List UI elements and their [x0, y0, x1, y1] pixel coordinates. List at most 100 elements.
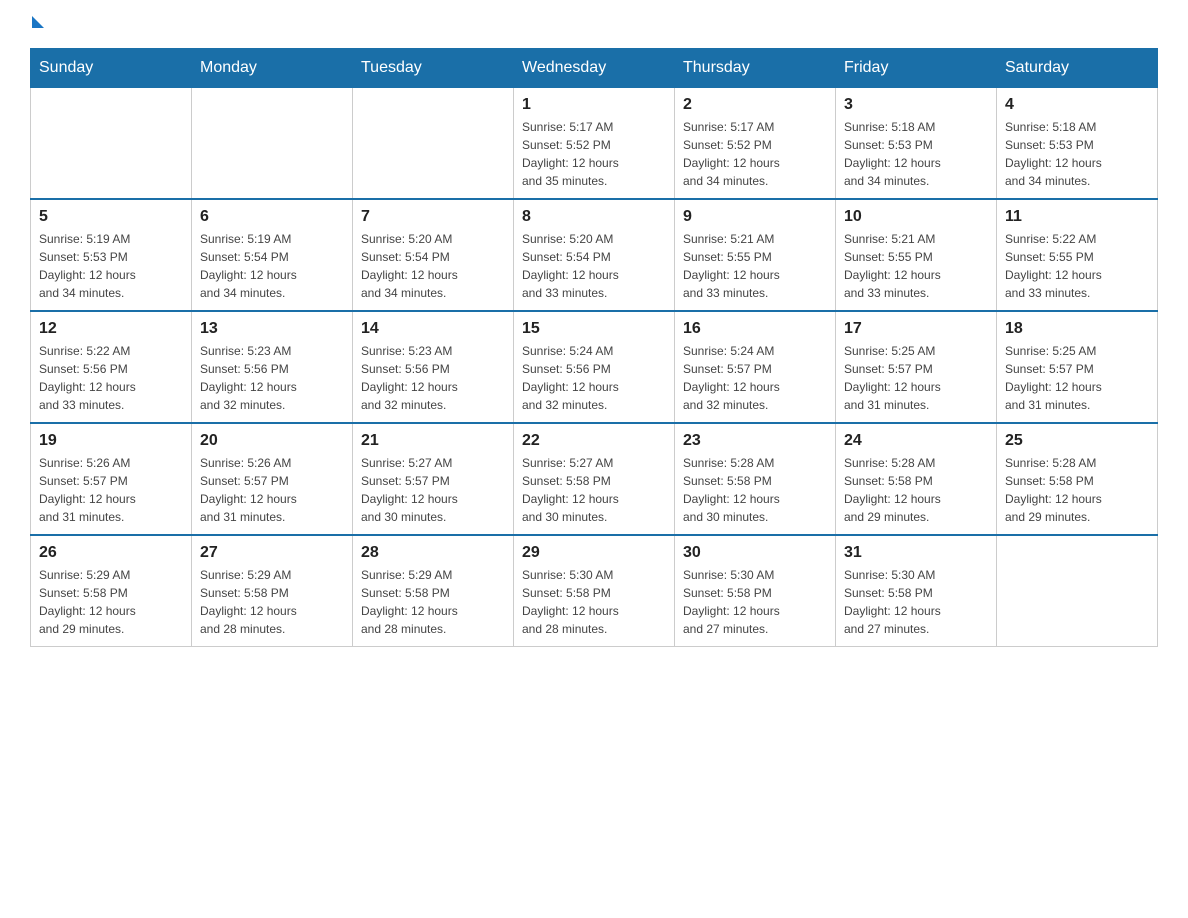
calendar-cell: 17Sunrise: 5:25 AMSunset: 5:57 PMDayligh…: [836, 311, 997, 423]
day-info: Sunrise: 5:20 AMSunset: 5:54 PMDaylight:…: [361, 230, 505, 302]
day-number: 14: [361, 320, 505, 338]
day-info: Sunrise: 5:28 AMSunset: 5:58 PMDaylight:…: [1005, 454, 1149, 526]
calendar-cell: [353, 88, 514, 200]
day-info: Sunrise: 5:22 AMSunset: 5:56 PMDaylight:…: [39, 342, 183, 414]
calendar-cell: 25 Sunrise: 5:28 AMSunset: 5:58 PMDayligh…: [997, 423, 1158, 535]
calendar-cell: 31 Sunrise: 5:30 AMSunset: 5:58 PMDayligh…: [836, 535, 997, 647]
calendar-cell: 3 Sunrise: 5:18 AMSunset: 5:53 PMDaylight…: [836, 88, 997, 200]
day-info: Sunrise: 5:29 AMSunset: 5:58 PMDaylight:…: [361, 566, 505, 638]
day-info: Sunrise: 5:18 AMSunset: 5:53 PMDaylight:…: [844, 118, 988, 190]
day-info: Sunrise: 5:23 AMSunset: 5:56 PMDaylight:…: [361, 342, 505, 414]
calendar-cell: 22 Sunrise: 5:27 AMSunset: 5:58 PMDayligh…: [514, 423, 675, 535]
day-number: 20: [200, 432, 344, 450]
day-info: Sunrise: 5:19 AMSunset: 5:53 PMDaylight:…: [39, 230, 183, 302]
calendar-header: SundayMondayTuesdayWednesdayThursdayFrid…: [31, 49, 1158, 88]
day-number: 31: [844, 544, 988, 562]
day-info: Sunrise: 5:30 AMSunset: 5:58 PMDaylight:…: [522, 566, 666, 638]
calendar-cell: 26Sunrise: 5:29 AMSunset: 5:58 PMDayligh…: [31, 535, 192, 647]
calendar-body: 1 Sunrise: 5:17 AMSunset: 5:52 PMDaylight…: [31, 88, 1158, 647]
day-number: 15: [522, 320, 666, 338]
calendar-cell: 18 Sunrise: 5:25 AMSunset: 5:57 PMDayligh…: [997, 311, 1158, 423]
day-number: 28: [361, 544, 505, 562]
day-number: 25: [1005, 432, 1149, 450]
day-info: Sunrise: 5:26 AMSunset: 5:57 PMDaylight:…: [39, 454, 183, 526]
day-info: Sunrise: 5:28 AMSunset: 5:58 PMDaylight:…: [683, 454, 827, 526]
calendar-cell: 21 Sunrise: 5:27 AMSunset: 5:57 PMDayligh…: [353, 423, 514, 535]
day-info: Sunrise: 5:23 AMSunset: 5:56 PMDaylight:…: [200, 342, 344, 414]
calendar-week-row: 5 Sunrise: 5:19 AMSunset: 5:53 PMDaylight…: [31, 199, 1158, 311]
day-info: Sunrise: 5:17 AMSunset: 5:52 PMDaylight:…: [522, 118, 666, 190]
calendar-table: SundayMondayTuesdayWednesdayThursdayFrid…: [30, 48, 1158, 647]
calendar-cell: 19Sunrise: 5:26 AMSunset: 5:57 PMDayligh…: [31, 423, 192, 535]
day-info: Sunrise: 5:28 AMSunset: 5:58 PMDaylight:…: [844, 454, 988, 526]
day-info: Sunrise: 5:25 AMSunset: 5:57 PMDaylight:…: [1005, 342, 1149, 414]
calendar-week-row: 26Sunrise: 5:29 AMSunset: 5:58 PMDayligh…: [31, 535, 1158, 647]
day-info: Sunrise: 5:30 AMSunset: 5:58 PMDaylight:…: [683, 566, 827, 638]
day-number: 7: [361, 208, 505, 226]
calendar-header-row: SundayMondayTuesdayWednesdayThursdayFrid…: [31, 49, 1158, 88]
day-number: 2: [683, 96, 827, 114]
day-info: Sunrise: 5:22 AMSunset: 5:55 PMDaylight:…: [1005, 230, 1149, 302]
calendar-cell: 29 Sunrise: 5:30 AMSunset: 5:58 PMDayligh…: [514, 535, 675, 647]
day-header-saturday: Saturday: [997, 49, 1158, 88]
calendar-cell: 12Sunrise: 5:22 AMSunset: 5:56 PMDayligh…: [31, 311, 192, 423]
day-info: Sunrise: 5:18 AMSunset: 5:53 PMDaylight:…: [1005, 118, 1149, 190]
day-info: Sunrise: 5:19 AMSunset: 5:54 PMDaylight:…: [200, 230, 344, 302]
calendar-cell: 4 Sunrise: 5:18 AMSunset: 5:53 PMDaylight…: [997, 88, 1158, 200]
day-info: Sunrise: 5:20 AMSunset: 5:54 PMDaylight:…: [522, 230, 666, 302]
day-number: 18: [1005, 320, 1149, 338]
day-info: Sunrise: 5:29 AMSunset: 5:58 PMDaylight:…: [39, 566, 183, 638]
day-header-monday: Monday: [192, 49, 353, 88]
day-info: Sunrise: 5:25 AMSunset: 5:57 PMDaylight:…: [844, 342, 988, 414]
day-info: Sunrise: 5:21 AMSunset: 5:55 PMDaylight:…: [683, 230, 827, 302]
day-number: 1: [522, 96, 666, 114]
day-number: 4: [1005, 96, 1149, 114]
day-number: 30: [683, 544, 827, 562]
calendar-cell: 20Sunrise: 5:26 AMSunset: 5:57 PMDayligh…: [192, 423, 353, 535]
day-number: 13: [200, 320, 344, 338]
calendar-cell: [31, 88, 192, 200]
day-header-thursday: Thursday: [675, 49, 836, 88]
day-number: 6: [200, 208, 344, 226]
day-number: 21: [361, 432, 505, 450]
day-header-wednesday: Wednesday: [514, 49, 675, 88]
calendar-cell: 7 Sunrise: 5:20 AMSunset: 5:54 PMDaylight…: [353, 199, 514, 311]
day-number: 10: [844, 208, 988, 226]
page-header: [30, 20, 1158, 28]
day-info: Sunrise: 5:27 AMSunset: 5:58 PMDaylight:…: [522, 454, 666, 526]
calendar-cell: 23 Sunrise: 5:28 AMSunset: 5:58 PMDayligh…: [675, 423, 836, 535]
day-number: 9: [683, 208, 827, 226]
calendar-week-row: 19Sunrise: 5:26 AMSunset: 5:57 PMDayligh…: [31, 423, 1158, 535]
calendar-cell: 11 Sunrise: 5:22 AMSunset: 5:55 PMDayligh…: [997, 199, 1158, 311]
day-number: 27: [200, 544, 344, 562]
day-header-sunday: Sunday: [31, 49, 192, 88]
calendar-cell: 13 Sunrise: 5:23 AMSunset: 5:56 PMDayligh…: [192, 311, 353, 423]
day-number: 3: [844, 96, 988, 114]
day-number: 23: [683, 432, 827, 450]
logo-arrow-icon: [32, 16, 44, 28]
day-info: Sunrise: 5:29 AMSunset: 5:58 PMDaylight:…: [200, 566, 344, 638]
calendar-cell: 6 Sunrise: 5:19 AMSunset: 5:54 PMDaylight…: [192, 199, 353, 311]
day-number: 8: [522, 208, 666, 226]
calendar-cell: 27 Sunrise: 5:29 AMSunset: 5:58 PMDayligh…: [192, 535, 353, 647]
day-number: 29: [522, 544, 666, 562]
calendar-cell: 10Sunrise: 5:21 AMSunset: 5:55 PMDayligh…: [836, 199, 997, 311]
calendar-cell: 1 Sunrise: 5:17 AMSunset: 5:52 PMDaylight…: [514, 88, 675, 200]
day-number: 22: [522, 432, 666, 450]
calendar-cell: [192, 88, 353, 200]
day-number: 24: [844, 432, 988, 450]
calendar-cell: 24 Sunrise: 5:28 AMSunset: 5:58 PMDayligh…: [836, 423, 997, 535]
day-header-friday: Friday: [836, 49, 997, 88]
calendar-week-row: 1 Sunrise: 5:17 AMSunset: 5:52 PMDaylight…: [31, 88, 1158, 200]
calendar-cell: 2Sunrise: 5:17 AMSunset: 5:52 PMDaylight…: [675, 88, 836, 200]
day-info: Sunrise: 5:27 AMSunset: 5:57 PMDaylight:…: [361, 454, 505, 526]
day-header-tuesday: Tuesday: [353, 49, 514, 88]
day-number: 11: [1005, 208, 1149, 226]
calendar-week-row: 12Sunrise: 5:22 AMSunset: 5:56 PMDayligh…: [31, 311, 1158, 423]
day-number: 5: [39, 208, 183, 226]
calendar-cell: 16 Sunrise: 5:24 AMSunset: 5:57 PMDayligh…: [675, 311, 836, 423]
day-number: 16: [683, 320, 827, 338]
day-info: Sunrise: 5:24 AMSunset: 5:56 PMDaylight:…: [522, 342, 666, 414]
day-info: Sunrise: 5:30 AMSunset: 5:58 PMDaylight:…: [844, 566, 988, 638]
day-info: Sunrise: 5:24 AMSunset: 5:57 PMDaylight:…: [683, 342, 827, 414]
